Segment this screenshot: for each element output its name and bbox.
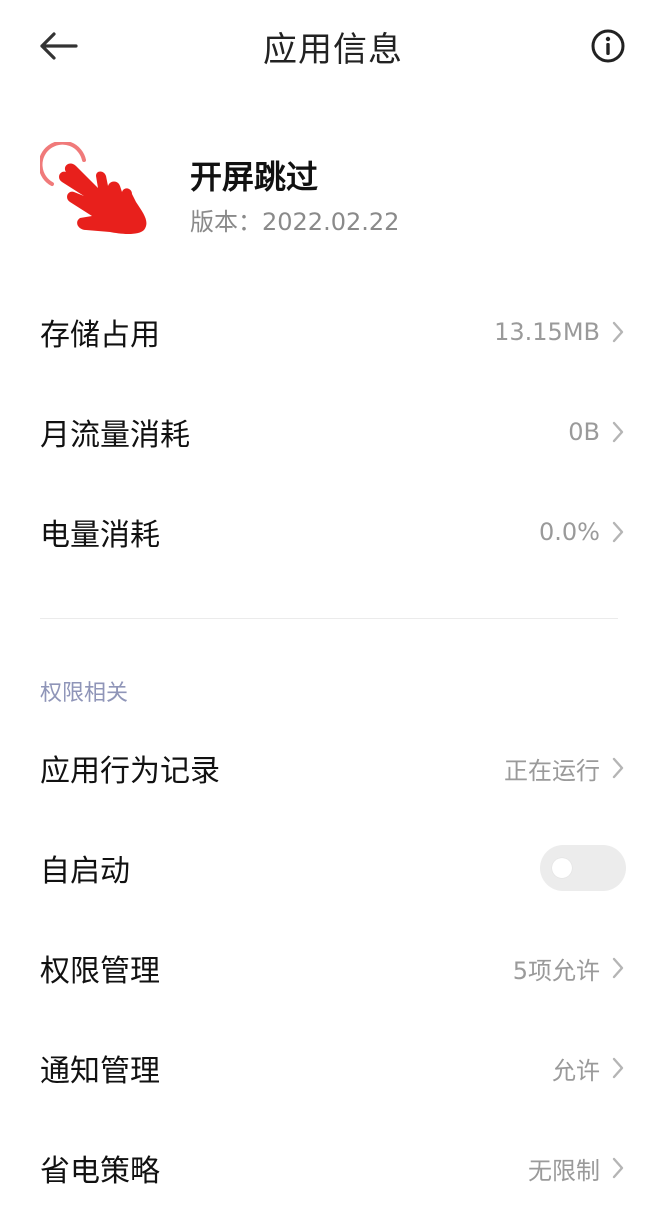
- toggle-knob: [552, 858, 572, 878]
- row-label: 电量消耗: [40, 518, 160, 553]
- chevron-right-icon: [610, 320, 626, 344]
- section-divider: [40, 618, 618, 619]
- app-version: 版本：2022.02.22: [190, 202, 399, 237]
- row-value: 5项允许: [512, 956, 600, 985]
- chevron-right-icon: [610, 756, 626, 780]
- version-value: 2022.02.22: [262, 208, 400, 236]
- page-title: 应用信息: [263, 30, 403, 70]
- row-value: 13.15MB: [494, 318, 600, 346]
- info-button[interactable]: [588, 26, 628, 66]
- storage-row[interactable]: 存储占用 13.15MB: [40, 297, 626, 367]
- behavior-record-row[interactable]: 应用行为记录 正在运行: [40, 733, 626, 803]
- info-circle-icon: [591, 29, 625, 63]
- row-label: 权限管理: [40, 954, 160, 989]
- version-label: 版本：: [190, 208, 262, 236]
- row-value: 0B: [568, 418, 600, 446]
- data-usage-row[interactable]: 月流量消耗 0B: [40, 397, 626, 467]
- row-label: 月流量消耗: [40, 418, 190, 453]
- chevron-right-icon: [610, 1056, 626, 1080]
- row-label: 省电策略: [40, 1154, 160, 1189]
- row-label: 应用行为记录: [40, 754, 220, 789]
- notification-manage-row[interactable]: 通知管理 允许: [40, 1033, 626, 1103]
- row-value: 正在运行: [504, 756, 600, 785]
- row-label: 自启动: [40, 854, 130, 889]
- chevron-right-icon: [610, 956, 626, 980]
- chevron-right-icon: [610, 1156, 626, 1180]
- row-label: 通知管理: [40, 1054, 160, 1089]
- autostart-row: 自启动: [40, 833, 626, 903]
- permission-manage-row[interactable]: 权限管理 5项允许: [40, 933, 626, 1003]
- tap-hand-icon: [38, 140, 158, 240]
- autostart-toggle[interactable]: [540, 845, 626, 891]
- row-label: 存储占用: [40, 318, 160, 353]
- battery-usage-row[interactable]: 电量消耗 0.0%: [40, 497, 626, 567]
- app-name: 开屏跳过: [190, 158, 319, 196]
- section-title-permissions: 权限相关: [40, 681, 129, 706]
- chevron-right-icon: [610, 420, 626, 444]
- chevron-right-icon: [610, 520, 626, 544]
- header: 应用信息: [0, 0, 666, 92]
- power-strategy-row[interactable]: 省电策略 无限制: [40, 1133, 626, 1203]
- row-value: 允许: [552, 1056, 600, 1085]
- row-value: 0.0%: [539, 518, 600, 546]
- row-value: 无限制: [528, 1156, 600, 1185]
- app-info-page: 应用信息 开屏跳过 版本：2022.02.22 存储占用 13.15MB 月流量…: [0, 0, 666, 1222]
- app-summary: 开屏跳过 版本：2022.02.22: [38, 140, 626, 242]
